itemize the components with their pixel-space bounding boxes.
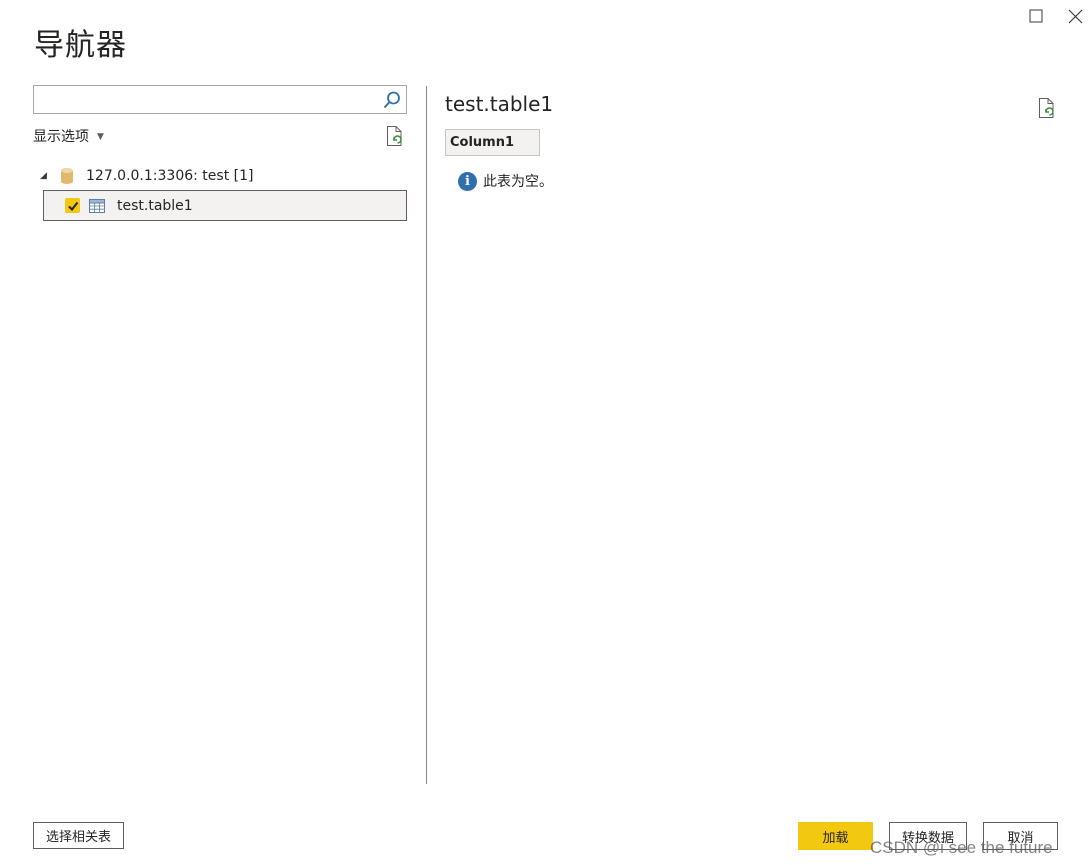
refresh-document-icon[interactable] bbox=[1037, 97, 1057, 119]
empty-message-text: 此表为空。 bbox=[483, 174, 553, 190]
close-button[interactable] bbox=[1063, 4, 1087, 28]
pane-divider[interactable] bbox=[426, 86, 427, 784]
tree-item-label: test.table1 bbox=[117, 197, 193, 214]
preview-title: test.table1 bbox=[445, 92, 554, 116]
table-checkbox[interactable] bbox=[65, 198, 80, 213]
checkmark-icon bbox=[67, 201, 78, 211]
tree-server-node[interactable]: ◢ 127.0.0.1:3306: test [1] bbox=[40, 165, 253, 187]
expand-triangle-icon[interactable]: ◢ bbox=[40, 171, 56, 181]
maximize-button[interactable] bbox=[1024, 4, 1048, 28]
search-box[interactable] bbox=[33, 85, 407, 114]
chevron-down-icon: ▼ bbox=[97, 132, 104, 142]
maximize-icon bbox=[1029, 9, 1043, 23]
table-icon bbox=[89, 198, 105, 213]
column-header: Column1 bbox=[445, 129, 540, 156]
select-related-tables-button[interactable]: 选择相关表 bbox=[33, 822, 124, 849]
load-button[interactable]: 加载 bbox=[798, 822, 873, 850]
search-input[interactable] bbox=[34, 86, 374, 113]
tree-server-label: 127.0.0.1:3306: test [1] bbox=[86, 168, 254, 184]
empty-table-message: i 此表为空。 bbox=[458, 171, 553, 191]
display-options-label: 显示选项 bbox=[33, 129, 89, 145]
search-icon[interactable] bbox=[382, 90, 402, 110]
info-icon: i bbox=[458, 171, 477, 191]
tree-item-test-table1[interactable]: test.table1 bbox=[43, 190, 407, 221]
dialog-title: 导航器 bbox=[34, 28, 127, 63]
display-options-dropdown[interactable]: 显示选项 ▼ bbox=[33, 126, 104, 146]
watermark: CSDN @i see the future bbox=[870, 838, 1053, 857]
database-icon bbox=[61, 168, 73, 184]
close-icon bbox=[1068, 9, 1082, 23]
refresh-document-icon[interactable] bbox=[385, 125, 405, 147]
